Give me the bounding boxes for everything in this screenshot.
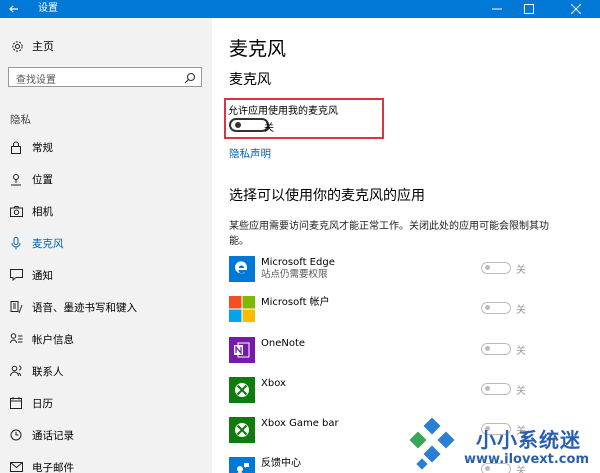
sidebar-item-camera[interactable]: 相机 <box>0 201 212 221</box>
app-row-onenote: OneNote 关 <box>229 337 589 363</box>
app-row-xbox: Xbox 关 <box>229 377 589 403</box>
minimize-button[interactable] <box>481 0 513 18</box>
toggle-knob <box>485 305 490 310</box>
sidebar-item-microphone[interactable]: 麦克风 <box>0 233 212 253</box>
toggle-knob <box>485 265 490 270</box>
xbox-icon <box>229 377 255 403</box>
watermark-url: www.ilovext.com <box>464 452 589 467</box>
camera-icon <box>9 204 23 218</box>
app-toggle[interactable] <box>481 383 511 395</box>
watermark: 小小系统迷 www.ilovext.com <box>400 418 600 473</box>
search-input[interactable]: 查找设置 <box>8 67 202 87</box>
sidebar-item-label: 日历 <box>32 397 53 410</box>
app-name: Xbox <box>261 378 286 389</box>
app-toggle[interactable] <box>481 343 511 355</box>
sidebar-item-calendar[interactable]: 日历 <box>0 393 212 413</box>
app-name: Microsoft 帐户 <box>261 297 330 308</box>
home-label: 主页 <box>32 40 54 53</box>
back-button[interactable] <box>0 0 28 18</box>
xbox-gamebar-icon <box>229 417 255 443</box>
sidebar-item-label: 常规 <box>32 141 53 154</box>
apps-description: 某些应用需要访问麦克风才能正常工作。关闭此处的应用可能会限制其功能。 <box>229 221 549 247</box>
app-name: Xbox Game bar <box>261 418 339 429</box>
app-toggle-state: 关 <box>516 305 526 316</box>
app-toggle[interactable] <box>481 302 511 314</box>
sidebar-item-call-history[interactable]: 通话记录 <box>0 425 212 445</box>
app-toggle-state: 关 <box>516 346 526 357</box>
allow-microphone-state: 关 <box>264 123 274 134</box>
sidebar-item-label: 语音、墨迹书写和键入 <box>32 301 137 314</box>
lock-icon <box>9 140 23 154</box>
sidebar-item-contacts[interactable]: 联系人 <box>0 361 212 381</box>
sidebar-item-label: 位置 <box>32 173 53 186</box>
app-name: 反馈中心 <box>261 458 301 469</box>
sidebar-item-email[interactable]: 电子邮件 <box>0 457 212 473</box>
watermark-title: 小小系统迷 <box>476 428 581 452</box>
maximize-icon <box>524 4 534 14</box>
location-icon <box>9 172 23 186</box>
onenote-icon <box>229 337 255 363</box>
email-icon <box>9 460 23 473</box>
app-row-microsoft-account: Microsoft 帐户 关 <box>229 296 589 322</box>
calendar-icon <box>9 396 23 410</box>
sidebar-item-label: 帐户信息 <box>32 333 74 346</box>
page-title: 麦克风 <box>229 38 287 60</box>
section-subtitle: 麦克风 <box>229 72 271 88</box>
home-nav-item[interactable]: 主页 <box>10 38 54 54</box>
gear-icon <box>10 39 24 53</box>
maximize-button[interactable] <box>513 0 545 18</box>
sidebar-item-label: 联系人 <box>32 365 64 378</box>
toggle-knob <box>485 386 490 391</box>
sidebar-item-notifications[interactable]: 通知 <box>0 265 212 285</box>
window-title: 设置 <box>38 3 58 14</box>
close-button[interactable] <box>560 0 592 18</box>
call-history-icon <box>9 428 23 442</box>
main-content: 麦克风 麦克风 允许应用使用我的麦克风 关 隐私声明 选择可以使用你的麦克风的应… <box>212 18 600 473</box>
app-subtitle: 站点仍需要权限 <box>261 269 328 280</box>
section-privacy: 隐私 <box>10 114 31 126</box>
sidebar-item-label: 电子邮件 <box>32 461 74 473</box>
feedback-hub-icon <box>229 457 255 473</box>
allow-microphone-toggle[interactable] <box>229 118 269 132</box>
back-arrow-icon <box>9 5 18 13</box>
sidebar-item-label: 通话记录 <box>32 429 74 442</box>
close-icon <box>571 4 581 14</box>
app-name: OneNote <box>261 338 306 349</box>
search-icon[interactable] <box>183 70 197 84</box>
apps-heading: 选择可以使用你的麦克风的应用 <box>229 188 425 204</box>
watermark-logo-icon <box>409 418 455 470</box>
notification-icon <box>9 268 23 282</box>
toggle-knob <box>485 346 490 351</box>
account-info-icon <box>9 332 23 346</box>
sidebar-item-location[interactable]: 位置 <box>0 169 212 189</box>
search-placeholder: 查找设置 <box>16 75 56 86</box>
app-name: Microsoft Edge <box>261 257 335 268</box>
microphone-icon <box>9 236 23 250</box>
app-toggle-state: 关 <box>516 386 526 397</box>
edge-icon <box>229 256 255 282</box>
sidebar-item-label: 通知 <box>32 269 53 282</box>
contacts-icon <box>9 364 23 378</box>
app-toggle[interactable] <box>481 262 511 274</box>
sidebar-item-general[interactable]: 常规 <box>0 137 212 157</box>
allow-microphone-label: 允许应用使用我的麦克风 <box>228 106 338 117</box>
title-bar: 设置 <box>0 0 600 18</box>
sidebar: 主页 查找设置 隐私 常规 位置 相机 麦克风 通知 语音、墨迹书写和键入 帐户… <box>0 18 212 473</box>
app-toggle-state: 关 <box>516 265 526 276</box>
sidebar-item-label: 麦克风 <box>32 237 64 250</box>
microsoft-logo-icon <box>229 296 255 322</box>
sidebar-item-speech[interactable]: 语音、墨迹书写和键入 <box>0 297 212 317</box>
sidebar-item-account-info[interactable]: 帐户信息 <box>0 329 212 349</box>
privacy-statement-link[interactable]: 隐私声明 <box>229 146 271 161</box>
speech-icon <box>9 300 23 314</box>
app-row-edge: Microsoft Edge 站点仍需要权限 关 <box>229 256 589 282</box>
sidebar-item-label: 相机 <box>32 205 53 218</box>
minimize-icon <box>492 8 502 10</box>
toggle-knob <box>235 122 241 128</box>
